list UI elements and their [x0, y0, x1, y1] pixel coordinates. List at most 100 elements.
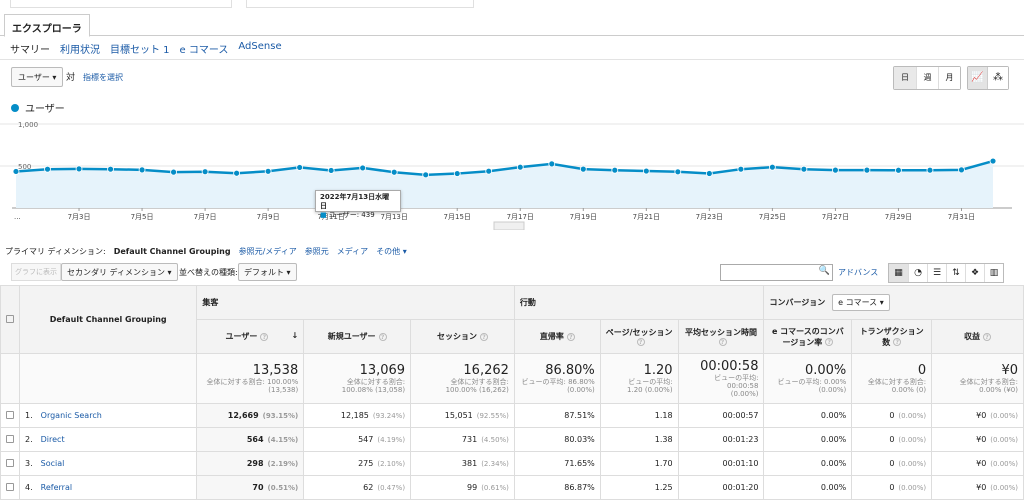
x-tick-label: 7月21日	[633, 213, 660, 221]
pivot-view-icon[interactable]: ▥	[984, 264, 1003, 282]
data-point	[233, 169, 241, 177]
x-tick-label: 7月23日	[696, 213, 723, 221]
x-tick-label: 7月27日	[822, 213, 849, 221]
col-transactions[interactable]: トランザクション数?	[851, 319, 933, 354]
dimension-other[interactable]: その他 ▾	[376, 246, 407, 257]
period-toggle: 日 週 月	[893, 66, 961, 90]
data-point	[422, 171, 430, 179]
chart-legend: ユーザー	[11, 100, 65, 115]
row-new-users: 12,185 (93.24%)	[303, 403, 412, 428]
col-revenue[interactable]: 収益?	[931, 319, 1024, 354]
period-month-button[interactable]: 月	[938, 67, 960, 89]
secondary-dimension-select[interactable]: セカンダリ ディメンション ▾	[61, 263, 178, 281]
period-day-button[interactable]: 日	[894, 67, 916, 89]
subtab-usage[interactable]: 利用状況	[60, 41, 100, 56]
legend-label: ユーザー	[25, 104, 65, 115]
data-point	[516, 163, 524, 171]
row-checkbox[interactable]	[0, 403, 20, 428]
performance-view-icon[interactable]: ☰	[927, 264, 946, 282]
col-avg-session[interactable]: 平均セッション時間?	[677, 319, 765, 354]
row-bounce: 80.03%	[513, 427, 601, 452]
period-week-button[interactable]: 週	[916, 67, 938, 89]
row-new-users: 275 (2.10%)	[303, 451, 412, 476]
metric-select[interactable]: ユーザー ▾	[11, 67, 64, 87]
row-users: 564 (4.15%)	[196, 427, 305, 452]
col-bounce-rate[interactable]: 直帰率?	[513, 319, 601, 354]
x-tick-label: 7月9日	[257, 213, 280, 221]
sort-desc-icon: ↓	[291, 331, 299, 340]
table-view-toggle: ▦ ◔ ☰ ⇅ ❖ ▥	[888, 263, 1004, 283]
comparison-view-icon[interactable]: ⇅	[946, 264, 965, 282]
row-transactions: 0 (0.00%)	[851, 475, 933, 500]
data-view-icon[interactable]: ▦	[889, 264, 908, 282]
dimension-source[interactable]: 参照元	[305, 246, 329, 257]
row-revenue: ¥0 (0.00%)	[931, 427, 1024, 452]
row-new-users: 62 (0.47%)	[303, 475, 412, 500]
plot-rows-button[interactable]: グラフに表示	[11, 263, 61, 281]
table-row: 1. Organic Search 12,669 (93.15%) 12,185 (93.…	[0, 403, 1024, 428]
dimension-medium[interactable]: メディア	[337, 246, 368, 257]
subtab-goal-set[interactable]: 目標セット 1	[110, 41, 170, 56]
conversion-select[interactable]: e コマース ▾	[832, 294, 890, 311]
row-sessions: 15,051 (92.55%)	[410, 403, 515, 428]
subtab-adsense[interactable]: AdSense	[238, 41, 281, 56]
totals-row: 13,538 全体に対する割合: 100.00% (13,538) 13,069 全体…	[0, 353, 1024, 404]
col-new-users[interactable]: 新規ユーザー?	[303, 319, 412, 354]
motion-chart-icon[interactable]: ⁂	[988, 67, 1008, 89]
line-chart-icon[interactable]: 📈	[968, 67, 988, 89]
row-transactions: 0 (0.00%)	[851, 451, 933, 476]
sort-type-select[interactable]: デフォルト ▾	[238, 263, 297, 281]
row-new-users: 547 (4.19%)	[303, 427, 412, 452]
col-ecom-conversion[interactable]: e コマースのコンバージョン率?	[763, 319, 853, 354]
advanced-filter-link[interactable]: アドバンス	[838, 267, 878, 278]
subtab-summary[interactable]: サマリー	[10, 41, 50, 56]
table-toolbar: グラフに表示 セカンダリ ディメンション ▾ 並べ替えの種類: デフォルト ▾ …	[0, 262, 1024, 284]
channel-link[interactable]: Direct	[41, 435, 65, 444]
row-users: 298 (2.19%)	[196, 451, 305, 476]
row-revenue: ¥0 (0.00%)	[931, 403, 1024, 428]
row-pps: 1.38	[599, 427, 679, 452]
channel-link[interactable]: Organic Search	[41, 411, 102, 420]
x-tick-label: 7月7日	[194, 213, 217, 221]
total-cell: 0 全体に対する割合: 0.00% (0)	[851, 353, 933, 404]
tab-explorer[interactable]: エクスプローラ	[4, 14, 90, 37]
chart-tooltip: 2022年7月13日水曜日 ■ ユーザー: 439	[315, 190, 401, 219]
channel-link[interactable]: Referral	[41, 483, 72, 492]
dimension-source-medium[interactable]: 参照元/メディア	[239, 246, 297, 257]
select-all-checkbox[interactable]	[0, 285, 20, 354]
data-point	[926, 166, 934, 174]
col-pages-per-session[interactable]: ページ/セッション?	[599, 319, 679, 354]
row-checkbox[interactable]	[0, 475, 20, 500]
data-point	[611, 166, 619, 174]
row-bounce: 86.87%	[513, 475, 601, 500]
col-sessions[interactable]: セッション?	[410, 319, 515, 354]
table-search-input[interactable]: 🔍	[720, 264, 833, 281]
total-cell: 13,538 全体に対する割合: 100.00% (13,538)	[196, 353, 305, 404]
x-tick-label: 7月29日	[885, 213, 912, 221]
row-pps: 1.25	[599, 475, 679, 500]
term-cloud-icon[interactable]: ❖	[965, 264, 984, 282]
total-cell: 13,069 全体に対する割合: 100.08% (13,058)	[303, 353, 412, 404]
row-channel: 3. Social	[18, 451, 198, 476]
row-sessions: 731 (4.50%)	[410, 427, 515, 452]
subtab-ecommerce[interactable]: e コマース	[180, 41, 229, 56]
vs-label: 対	[66, 73, 76, 83]
data-point	[832, 166, 839, 174]
chart-type-toggle: 📈 ⁂	[967, 66, 1009, 90]
row-checkbox[interactable]	[0, 427, 20, 452]
chevron-down-icon: ▾	[52, 73, 57, 82]
x-tick-label: 7月17日	[507, 213, 534, 221]
pick-metric-link[interactable]: 指標を選択	[83, 72, 123, 83]
channel-link[interactable]: Social	[41, 459, 65, 468]
search-icon[interactable]: 🔍	[819, 266, 830, 276]
dimension-header[interactable]: Default Channel Grouping	[18, 285, 198, 354]
row-pps: 1.18	[599, 403, 679, 428]
data-point	[359, 164, 367, 172]
row-channel: 1. Organic Search	[18, 403, 198, 428]
row-checkbox[interactable]	[0, 451, 20, 476]
data-point	[737, 165, 745, 173]
col-users[interactable]: ユーザー? ↓	[196, 319, 305, 354]
row-conversion: 0.00%	[763, 451, 853, 476]
pie-view-icon[interactable]: ◔	[908, 264, 927, 282]
data-point	[138, 166, 146, 174]
